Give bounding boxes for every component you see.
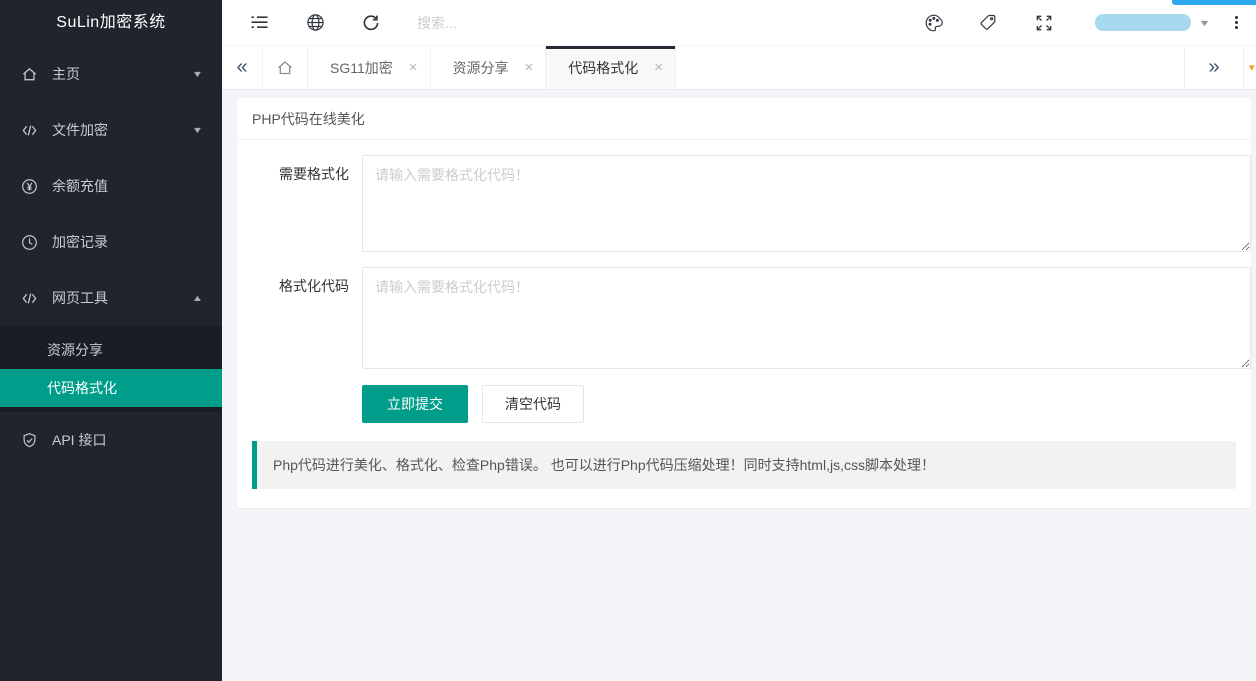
top-blue-strip <box>1172 0 1256 5</box>
tab-overflow-menu[interactable]: ▾ <box>1244 46 1256 89</box>
search-input[interactable] <box>417 15 627 31</box>
sidebar-item-webtools[interactable]: 网页工具 ▲ <box>0 270 222 326</box>
formatted-code-textarea[interactable] <box>362 267 1251 369</box>
sidebar-item-label: 网页工具 <box>52 288 193 308</box>
sidebar: SuLin加密系统 主页 ▼ 文件加密 ▼ 余额充值 加密记录 <box>0 0 222 681</box>
tag-icon[interactable] <box>961 13 1016 32</box>
home-tab[interactable] <box>263 46 308 89</box>
close-icon[interactable]: × <box>409 60 418 75</box>
tab-label: 资源分享 <box>453 58 509 78</box>
sidebar-item-label: 余额充值 <box>52 176 202 196</box>
source-code-textarea[interactable] <box>362 155 1251 252</box>
tab-resource-share[interactable]: 资源分享 × <box>431 46 547 89</box>
info-alert: Php代码进行美化、格式化、检查Php错误。 也可以进行Php代码压缩处理！同时… <box>252 441 1236 489</box>
close-icon[interactable]: × <box>654 60 663 75</box>
app-title: SuLin加密系统 <box>0 0 222 46</box>
clear-button[interactable]: 清空代码 <box>482 385 584 423</box>
sidebar-item-label: 主页 <box>52 64 193 84</box>
code-icon <box>20 289 38 307</box>
chevron-down-icon: ▼ <box>192 69 204 79</box>
tabs-scroll-right-icon[interactable]: » <box>1184 46 1244 89</box>
card-title: PHP代码在线美化 <box>237 98 1251 140</box>
sidebar-item-label: API 接口 <box>52 430 202 450</box>
tabbar-spacer <box>676 46 1184 89</box>
form-row-result: 格式化代码 <box>237 267 1251 369</box>
topbar: ▼ <box>222 0 1256 46</box>
beautify-form: 需要格式化 格式化代码 立即提交 清空代码 Php代码进行美化、格式化、检查Ph… <box>237 140 1251 489</box>
tabbar: « SG11加密 × 资源分享 × 代码格式化 × » ▾ <box>222 46 1256 90</box>
clock-icon <box>20 233 38 251</box>
tab-code-format[interactable]: 代码格式化 × <box>546 46 676 89</box>
home-icon <box>276 59 294 77</box>
sidebar-submenu-webtools: 资源分享 代码格式化 <box>0 326 222 412</box>
sidebar-menu: 主页 ▼ 文件加密 ▼ 余额充值 加密记录 网页工具 <box>0 46 222 468</box>
tab-label: SG11加密 <box>330 58 393 78</box>
refresh-icon[interactable] <box>343 14 399 32</box>
sidebar-item-label: 加密记录 <box>52 232 202 252</box>
shield-check-icon <box>20 431 38 449</box>
user-dropdown-caret-icon[interactable]: ▼ <box>1198 18 1210 28</box>
form-row-source: 需要格式化 <box>237 155 1251 252</box>
yen-icon <box>20 177 38 195</box>
fullscreen-icon[interactable] <box>1016 14 1071 32</box>
tab-label: 代码格式化 <box>568 58 638 78</box>
redacted-username[interactable] <box>1095 14 1191 31</box>
palette-icon[interactable] <box>906 13 961 33</box>
menu-fold-icon[interactable] <box>231 15 287 30</box>
sidebar-item-balance[interactable]: 余额充值 <box>0 158 222 214</box>
submit-button[interactable]: 立即提交 <box>362 385 468 423</box>
close-icon[interactable]: × <box>525 60 534 75</box>
overflow-caret-icon: ▾ <box>1249 61 1255 74</box>
topbar-right-controls: ▼ <box>906 13 1256 33</box>
php-beautify-card: PHP代码在线美化 需要格式化 格式化代码 立即提交 清空代码 Php代码进行美… <box>237 98 1251 508</box>
globe-icon[interactable] <box>287 13 343 32</box>
sidebar-subitem-resource-share[interactable]: 资源分享 <box>0 331 222 369</box>
source-code-label: 需要格式化 <box>237 155 362 252</box>
main-content: PHP代码在线美化 需要格式化 格式化代码 立即提交 清空代码 Php代码进行美… <box>222 90 1256 681</box>
sidebar-item-home[interactable]: 主页 ▼ <box>0 46 222 102</box>
sidebar-item-label: 文件加密 <box>52 120 193 140</box>
tab-sg11[interactable]: SG11加密 × <box>308 46 431 89</box>
sidebar-item-records[interactable]: 加密记录 <box>0 214 222 270</box>
code-icon <box>20 121 38 139</box>
home-icon <box>20 65 38 83</box>
chevron-up-icon: ▲ <box>192 293 204 303</box>
chevron-down-icon: ▼ <box>192 125 204 135</box>
tabs-scroll-left-icon[interactable]: « <box>222 46 263 89</box>
form-buttons: 立即提交 清空代码 <box>362 385 1251 423</box>
sidebar-item-api[interactable]: API 接口 <box>0 412 222 468</box>
formatted-code-label: 格式化代码 <box>237 267 362 369</box>
kebab-menu-icon[interactable] <box>1235 16 1238 29</box>
sidebar-subitem-code-format[interactable]: 代码格式化 <box>0 369 222 407</box>
sidebar-item-file-encrypt[interactable]: 文件加密 ▼ <box>0 102 222 158</box>
